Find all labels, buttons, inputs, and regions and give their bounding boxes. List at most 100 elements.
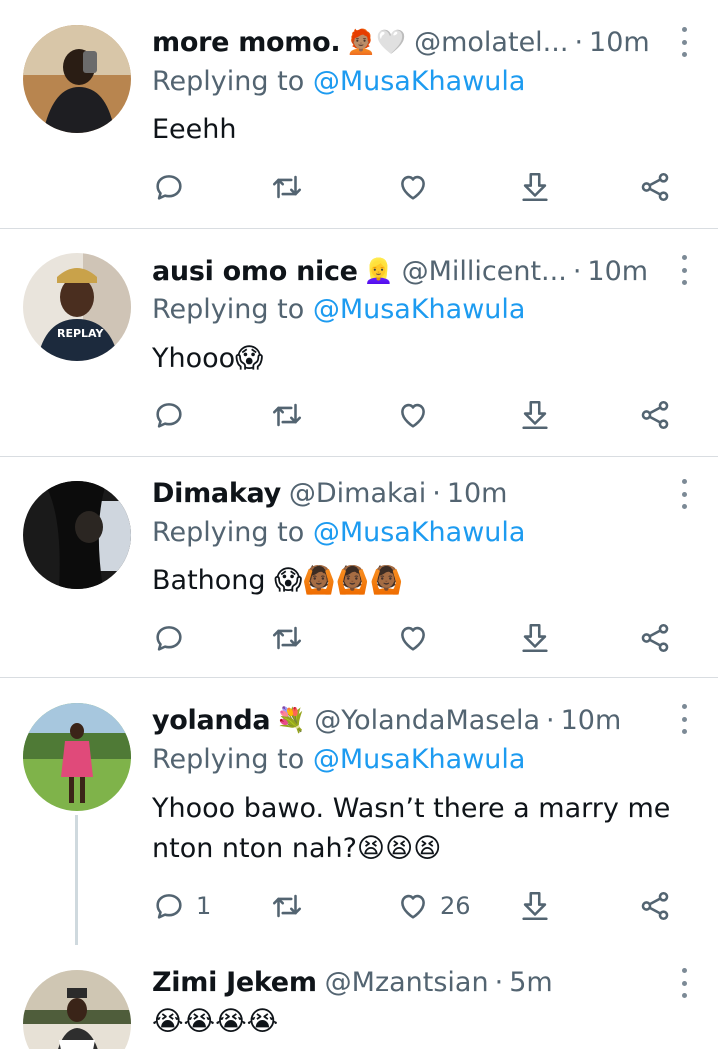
avatar[interactable]: REPLAY [23, 253, 131, 361]
replying-to-label: Replying to [152, 517, 305, 548]
name-emoji: 👱‍♀️ [363, 257, 394, 285]
tweet-text: 😭😭😭😭 [152, 1006, 279, 1037]
retweet-button[interactable] [270, 395, 304, 435]
tweet-text: Yhooo bawo. Wasn’t there a marry me nton… [152, 793, 671, 864]
like-icon [401, 626, 425, 651]
tweet-text: Bathong 😱🙆🏾🙆🏾🙆🏾 [152, 565, 404, 596]
reply-icon [156, 403, 182, 428]
replying-to: Replying to @MusaKhawula [152, 66, 525, 97]
replying-to-label: Replying to [152, 294, 305, 325]
replying-to-label: Replying to [152, 66, 305, 97]
retweet-icon [272, 175, 302, 199]
user-handle[interactable]: @Mzantsian [325, 967, 489, 998]
tweet-text: Yhooo😱 [152, 343, 264, 374]
display-name[interactable]: ausi omo nice [152, 256, 358, 287]
avatar[interactable] [23, 481, 131, 589]
more-icon[interactable] [680, 968, 688, 998]
tweet[interactable]: Zimi Jekem @Mzantsian · 5m 😭😭😭😭 [0, 948, 718, 1049]
retweet-button[interactable] [270, 618, 304, 658]
share-button[interactable] [638, 886, 672, 926]
avatar[interactable] [23, 25, 131, 133]
tweet[interactable]: yolanda 💐 @YolandaMasela · 10m Replying … [0, 678, 718, 948]
replying-to-handle[interactable]: @MusaKhawula [313, 66, 526, 97]
like-button[interactable] [396, 618, 440, 658]
replying-to: Replying to @MusaKhawula [152, 744, 525, 775]
user-handle[interactable]: @Dimakai [289, 478, 426, 509]
timestamp[interactable]: 10m [587, 256, 648, 287]
display-name[interactable]: Dimakay [152, 478, 281, 509]
tweet-actions [152, 395, 680, 435]
name-emoji: 💐 [276, 706, 307, 734]
more-icon[interactable] [680, 704, 688, 734]
like-button[interactable] [396, 167, 440, 207]
like-button[interactable]: 26 [396, 886, 471, 926]
display-name[interactable]: Zimi Jekem [152, 967, 317, 998]
download-icon [522, 623, 548, 653]
tweet-header: more momo. 🧑🏽‍🦰🤍 @molatel... · 10m [152, 22, 698, 62]
separator-dot: · [574, 26, 584, 58]
retweet-icon [272, 626, 302, 650]
like-icon [401, 894, 425, 919]
separator-dot: · [494, 966, 504, 998]
replying-to-handle[interactable]: @MusaKhawula [313, 744, 526, 775]
user-handle[interactable]: @molatel... [414, 27, 568, 58]
reply-button[interactable]: 1 [152, 886, 211, 926]
thread-connector [75, 815, 78, 945]
tweet-text: Eeehh [152, 114, 237, 145]
share-icon [641, 891, 669, 921]
replying-to-label: Replying to [152, 744, 305, 775]
tweet[interactable]: Dimakay @Dimakai · 10m Replying to @Musa… [0, 457, 718, 677]
timestamp[interactable]: 10m [447, 478, 508, 509]
replying-to-handle[interactable]: @MusaKhawula [313, 294, 526, 325]
reply-button[interactable] [152, 167, 196, 207]
download-button[interactable] [518, 618, 552, 658]
timestamp[interactable]: 5m [509, 967, 552, 998]
user-handle[interactable]: @Millicent... [402, 256, 567, 287]
reply-icon [156, 626, 182, 651]
tweet-header: ausi omo nice 👱‍♀️ @Millicent... · 10m [152, 251, 698, 291]
download-icon [522, 891, 548, 921]
user-handle[interactable]: @YolandaMasela [314, 705, 540, 736]
avatar[interactable] [23, 970, 131, 1049]
tweet-actions [152, 167, 680, 207]
like-icon [401, 403, 425, 428]
more-icon[interactable] [680, 255, 688, 285]
share-button[interactable] [638, 395, 672, 435]
share-button[interactable] [638, 167, 672, 207]
reply-button[interactable] [152, 618, 196, 658]
reply-count: 1 [196, 892, 212, 920]
retweet-button[interactable] [270, 167, 304, 207]
download-button[interactable] [518, 395, 552, 435]
timestamp[interactable]: 10m [561, 705, 622, 736]
svg-text:REPLAY: REPLAY [57, 327, 105, 340]
more-icon[interactable] [680, 27, 688, 57]
separator-dot: · [546, 704, 555, 736]
like-count: 26 [440, 892, 471, 920]
share-icon [641, 172, 669, 202]
retweet-icon [272, 894, 302, 918]
name-emoji: 🧑🏽‍🦰🤍 [346, 28, 407, 56]
retweet-button[interactable] [270, 886, 304, 926]
download-icon [522, 400, 548, 430]
download-button[interactable] [518, 886, 552, 926]
tweet-header: Zimi Jekem @Mzantsian · 5m [152, 962, 698, 1002]
timestamp[interactable]: 10m [589, 27, 650, 58]
tweet-header: Dimakay @Dimakai · 10m [152, 473, 698, 513]
display-name[interactable]: more momo. [152, 27, 341, 58]
share-button[interactable] [638, 618, 672, 658]
tweet[interactable]: more momo. 🧑🏽‍🦰🤍 @molatel... · 10m Reply… [0, 0, 718, 228]
download-button[interactable] [518, 167, 552, 207]
replying-to-handle[interactable]: @MusaKhawula [313, 517, 526, 548]
more-icon[interactable] [680, 479, 688, 509]
tweet-actions [152, 618, 680, 658]
separator-dot: · [432, 477, 441, 509]
display-name[interactable]: yolanda [152, 705, 271, 736]
tweet-actions: 1 26 [152, 886, 680, 926]
tweet[interactable]: REPLAY ausi omo nice 👱‍♀️ @Millicent... … [0, 229, 718, 456]
share-icon [641, 400, 669, 430]
like-button[interactable] [396, 395, 440, 435]
reply-icon [156, 894, 182, 919]
download-icon [522, 172, 548, 202]
avatar[interactable] [23, 703, 131, 811]
reply-button[interactable] [152, 395, 196, 435]
